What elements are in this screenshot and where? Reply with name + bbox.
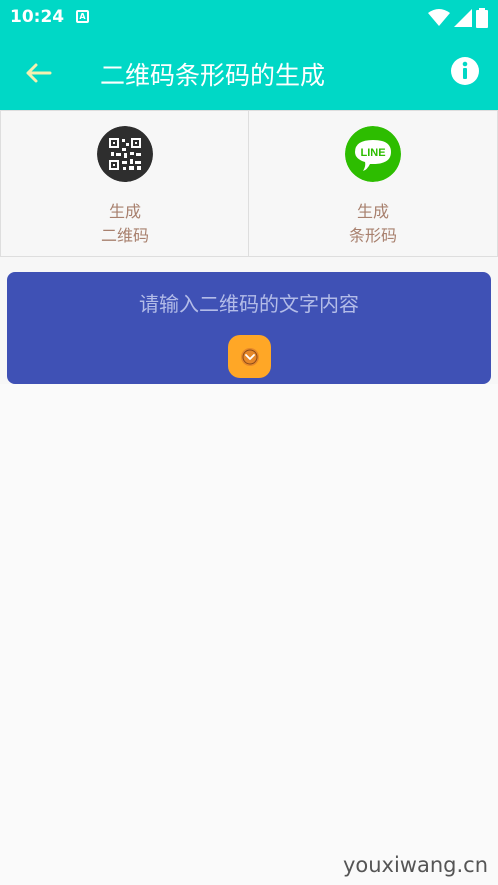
barcode-tile-label-line1: 生成: [356, 202, 389, 221]
app-bar: 二维码条形码的生成: [0, 36, 498, 110]
generate-qrcode-tile[interactable]: 生成 二维码: [0, 111, 249, 257]
wifi-icon: [428, 9, 450, 26]
line-logo-icon: LINE: [345, 126, 401, 182]
notification-icon: A: [76, 10, 89, 23]
signal-icon: [454, 9, 472, 27]
barcode-tile-label-line2: 条形码: [348, 226, 397, 245]
qrcode-text-input[interactable]: 请输入二维码的文字内容: [7, 288, 491, 317]
line-logo-text: LINE: [360, 147, 385, 159]
watermark-text: youxiwang.cn: [342, 853, 488, 877]
qrcode-input-card[interactable]: 请输入二维码的文字内容: [7, 272, 491, 384]
chevron-down-icon: [240, 347, 259, 366]
back-button[interactable]: [20, 56, 56, 90]
status-bar: 10:24 A: [0, 0, 498, 36]
status-icons: [428, 8, 488, 28]
content-area: youxiwang.cn: [0, 384, 498, 885]
qrcode-icon: [97, 126, 153, 182]
info-icon[interactable]: [450, 56, 480, 86]
generator-options: 生成 二维码 LINE 生成 条形码: [0, 110, 498, 257]
battery-icon: [476, 8, 488, 28]
page-title: 二维码条形码的生成: [100, 61, 326, 90]
back-arrow-icon: [26, 63, 52, 83]
status-time: 10:24: [10, 7, 65, 27]
generate-barcode-tile[interactable]: LINE 生成 条形码: [248, 111, 498, 257]
expand-button[interactable]: [228, 335, 271, 378]
qrcode-tile-label-line2: 二维码: [100, 226, 149, 245]
qrcode-tile-label-line1: 生成: [108, 202, 141, 221]
